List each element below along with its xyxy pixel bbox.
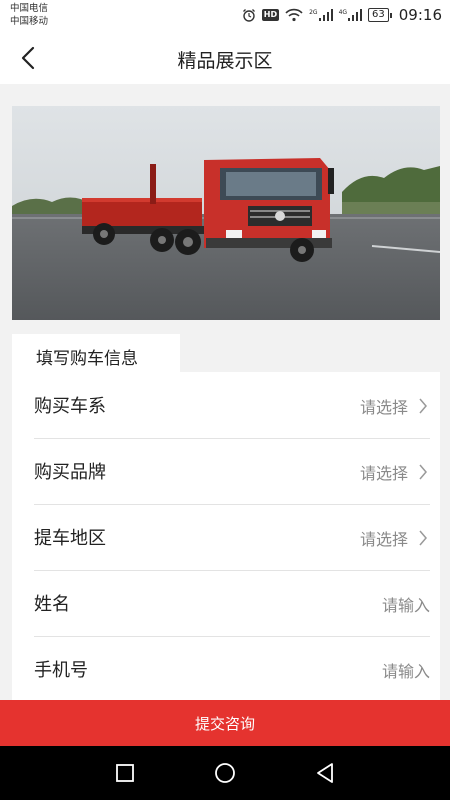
submit-label: 提交咨询 — [194, 714, 255, 733]
signal-icon: 4G — [338, 9, 363, 21]
submit-inquiry-button[interactable]: 提交咨询 — [0, 700, 450, 746]
row-label: 购买品牌 — [34, 462, 106, 483]
circle-icon — [215, 763, 235, 783]
triangle-back-icon — [317, 763, 333, 783]
phone-field[interactable]: 手机号 请输入 — [34, 636, 430, 702]
page-title: 精品展示区 — [177, 50, 273, 72]
brand-select[interactable]: 购买品牌 请选择 — [34, 438, 430, 505]
wifi-icon — [285, 8, 303, 22]
chevron-right-icon — [419, 530, 427, 546]
phone-input[interactable]: 请输入 — [382, 658, 430, 682]
row-value: 请选择 — [359, 398, 408, 417]
purchase-form: 购买车系 请选择 购买品牌 请选择 提车地区 请选择 姓名 请输入 手机号 请输… — [12, 372, 440, 700]
alarm-icon — [242, 8, 256, 22]
chevron-right-icon — [419, 464, 427, 480]
status-time: 09:16 — [398, 6, 442, 24]
network-type-2: 4G — [338, 9, 348, 16]
recent-apps-button[interactable] — [110, 758, 140, 788]
carrier-1: 中国电信 — [10, 3, 49, 14]
battery-icon: 63 — [368, 8, 392, 22]
row-value: 请选择 — [359, 530, 408, 549]
square-icon — [116, 764, 134, 782]
row-value: 请选择 — [359, 464, 408, 483]
name-field[interactable]: 姓名 请输入 — [34, 570, 430, 637]
signal-icon: 2G — [309, 9, 333, 21]
row-label: 手机号 — [34, 660, 88, 681]
vehicle-series-select[interactable]: 购买车系 请选择 — [34, 372, 430, 439]
network-type-1: 2G — [309, 9, 318, 16]
back-nav-button[interactable] — [310, 758, 340, 788]
home-button[interactable] — [210, 758, 240, 788]
hd-icon: HD — [261, 9, 280, 21]
chevron-right-icon — [419, 398, 427, 414]
product-banner-image — [12, 106, 440, 320]
carrier-info: 中国电信 中国移动 — [10, 2, 48, 28]
status-bar: 中国电信 中国移动 HD 2G 4G 63 09:16 — [0, 0, 450, 32]
name-input[interactable]: 请输入 — [382, 592, 430, 616]
system-nav-bar — [0, 746, 450, 800]
pickup-region-select[interactable]: 提车地区 请选择 — [34, 504, 430, 571]
carrier-2: 中国移动 — [10, 16, 49, 27]
status-icons: HD 2G 4G 63 09:16 — [242, 6, 442, 24]
form-title: 填写购车信息 — [36, 349, 138, 369]
app-header: 精品展示区 — [0, 32, 450, 84]
row-label: 提车地区 — [34, 528, 106, 549]
row-label: 姓名 — [34, 594, 70, 615]
row-label: 购买车系 — [34, 396, 106, 417]
